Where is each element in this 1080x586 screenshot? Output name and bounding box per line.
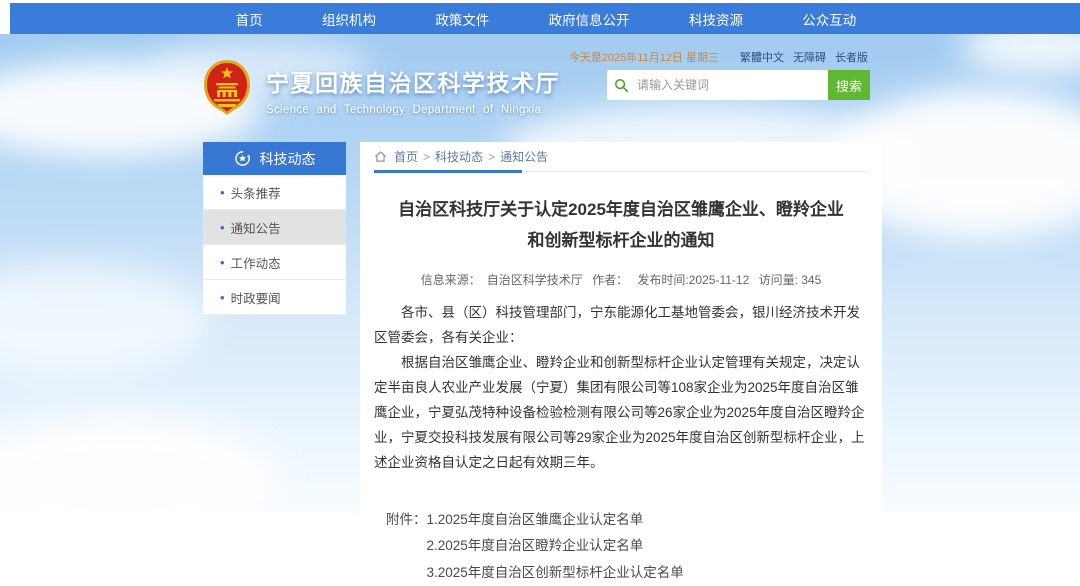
sidebar-item-political-news[interactable]: • 时政要闻 [203,280,346,315]
top-navigation-items: 首页 组织机构 政策文件 政府信息公开 科技资源 公众互动 [206,3,886,34]
sidebar-title: 科技动态 [260,149,316,169]
attachments-label: 附件： [386,507,427,586]
article-paragraph: 根据自治区雏鹰企业、瞪羚企业和创新型标杆企业认定管理有关规定，决定认定半亩良人农… [374,351,868,476]
current-date-text: 今天是2025年11月12日 星期三 [569,49,719,65]
search-input[interactable] [635,77,821,93]
cloud-decoration [960,34,1080,74]
meta-source-value: 自治区科学技术厅 [487,273,583,287]
article-paragraph: 各市、县（区）科技管理部门，宁东能源化工基地管委会，银川经济技术开发区管委会，各… [374,301,868,351]
meta-visit-count: 访问量: 345 [759,273,822,287]
home-icon [374,150,387,163]
attachment-link-benchmark-list[interactable]: 3.2025年度自治区创新型标杆企业认定名单 [427,560,684,586]
breadcrumb-current[interactable]: 通知公告 [500,148,548,165]
sidebar-header: 科技动态 [203,142,346,175]
meta-publish-date: 发布时间:2025-11-12 [637,273,749,287]
attachment-link-gazelle-list[interactable]: 2.2025年度自治区瞪羚企业认定名单 [427,533,684,559]
search-bar: 搜索 [607,70,870,100]
search-input-wrap [607,70,828,100]
nav-item-organization[interactable]: 组织机构 [322,9,376,29]
bullet-dot-icon: • [220,256,225,269]
top-utility-links: 今天是2025年11月12日 星期三 繁體中文 无障碍 长者版 [569,49,868,65]
top-navigation-bar: 首页 组织机构 政策文件 政府信息公开 科技资源 公众互动 [10,3,1080,34]
cloud-decoration [0,264,210,374]
nav-item-home[interactable]: 首页 [236,9,263,29]
attachments-list: 1.2025年度自治区雏鹰企业认定名单 2.2025年度自治区瞪羚企业认定名单 … [427,507,684,586]
article-title-line2: 和创新型标杆企业的通知 [528,231,715,250]
meta-source-label: 信息来源： [421,273,481,287]
site-subtitle-english: Science and Technology Department of Nin… [266,104,560,116]
search-button[interactable]: 搜索 [828,70,870,100]
breadcrumb-home[interactable]: 首页 [394,148,418,165]
sidebar-item-headline-recommend[interactable]: • 头条推荐 [203,175,346,210]
article-meta: 信息来源： 自治区科学技术厅 作者： 发布时间:2025-11-12 访问量: 3… [374,271,868,288]
bullet-dot-icon: • [220,291,225,304]
attachments-section: 附件： 1.2025年度自治区雏鹰企业认定名单 2.2025年度自治区瞪羚企业认… [386,507,868,586]
sidebar-menu: • 头条推荐 • 通知公告 • 工作动态 • 时政要闻 [203,175,346,315]
brand-text: 宁夏回族自治区科学技术厅 Science and Technology Depa… [266,55,560,135]
search-icon [614,78,629,93]
site-title: 宁夏回族自治区科学技术厅 [266,64,560,98]
national-emblem-logo [203,59,251,116]
circled-star-icon [234,150,251,167]
article-body: 各市、县（区）科技管理部门，宁东能源化工基地管委会，银川经济技术开发区管委会，各… [374,301,868,476]
sidebar-item-label: 头条推荐 [231,183,281,202]
breadcrumb-category[interactable]: 科技动态 [435,148,483,165]
breadcrumb-separator: > [488,150,495,164]
nav-item-sci-tech-resources[interactable]: 科技资源 [689,9,743,29]
attachment-link-eagle-list[interactable]: 1.2025年度自治区雏鹰企业认定名单 [427,507,684,533]
sidebar-item-label: 时政要闻 [231,288,281,307]
sidebar-item-label: 工作动态 [231,253,281,272]
nav-item-policy-documents[interactable]: 政策文件 [435,9,489,29]
nav-item-public-interaction[interactable]: 公众互动 [802,9,856,29]
sidebar-item-notices[interactable]: • 通知公告 [203,210,346,245]
header-right-tools: 今天是2025年11月12日 星期三 繁體中文 无障碍 长者版 搜索 [607,49,870,104]
quick-link-elder-version[interactable]: 长者版 [835,49,868,65]
site-header: 宁夏回族自治区科学技术厅 Science and Technology Depa… [203,55,560,135]
quick-link-traditional-chinese[interactable]: 繁體中文 [740,49,784,65]
cloud-decoration [0,414,280,513]
bullet-dot-icon: • [220,186,225,199]
nav-item-gov-info-disclosure[interactable]: 政府信息公开 [549,9,630,29]
breadcrumb: 首页 > 科技动态 > 通知公告 [374,142,868,172]
meta-author-label: 作者： [592,273,628,287]
main-content-panel: 首页 > 科技动态 > 通知公告 自治区科技厅关于认定2025年度自治区雏鹰企业… [360,142,882,513]
article-title: 自治区科技厅关于认定2025年度自治区雏鹰企业、瞪羚企业 和创新型标杆企业的通知 [374,195,868,256]
sidebar-sci-tech-news: 科技动态 • 头条推荐 • 通知公告 • 工作动态 • 时政要闻 [203,142,346,315]
bullet-dot-icon: • [220,221,225,234]
breadcrumb-separator: > [423,150,430,164]
article-title-line1: 自治区科技厅关于认定2025年度自治区雏鹰企业、瞪羚企业 [398,200,844,219]
sidebar-item-work-dynamics[interactable]: • 工作动态 [203,245,346,280]
sidebar-item-label: 通知公告 [231,218,281,237]
quick-link-accessibility[interactable]: 无障碍 [793,49,826,65]
